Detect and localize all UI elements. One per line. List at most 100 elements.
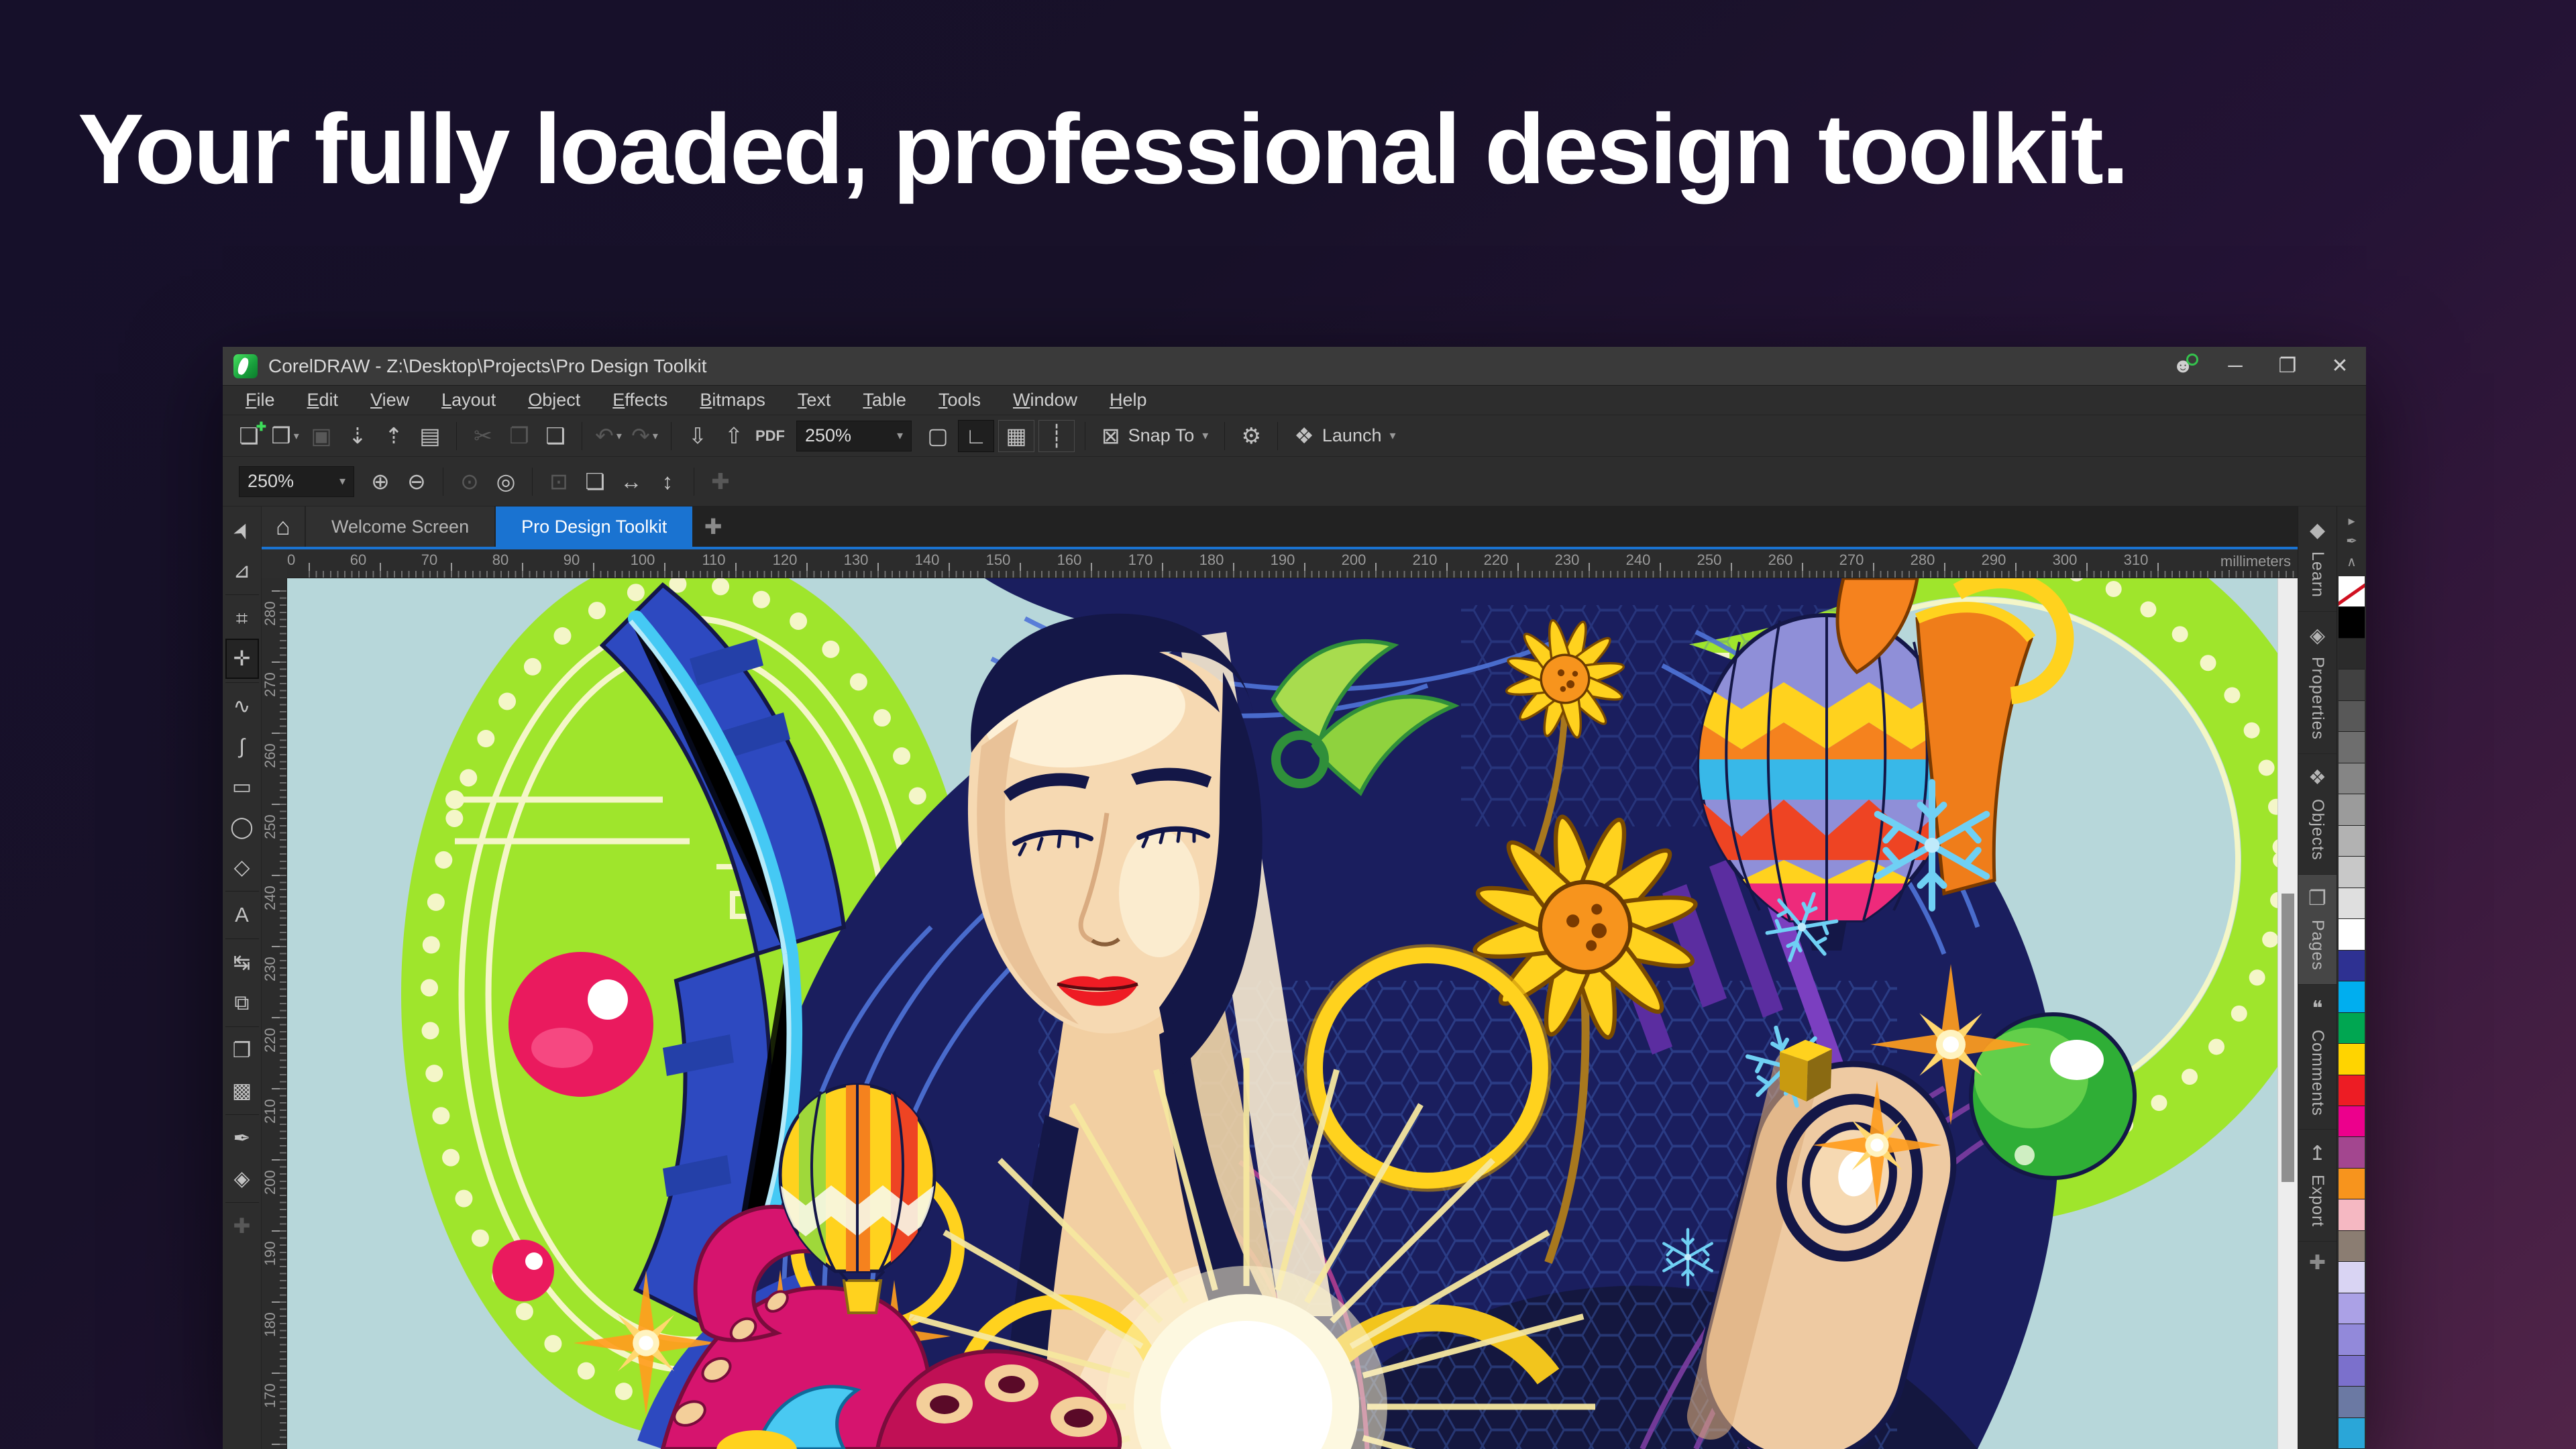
- color-swatch[interactable]: [2339, 1293, 2365, 1324]
- color-swatch[interactable]: [2339, 1199, 2365, 1230]
- zoom-in-button[interactable]: ⊕: [362, 466, 398, 498]
- save-button[interactable]: ▣: [303, 420, 339, 452]
- cloud-download-button[interactable]: ⇣: [339, 420, 376, 452]
- snap-to-button[interactable]: ⊠ Snap To ▾: [1093, 420, 1216, 452]
- color-swatch[interactable]: [2339, 1387, 2365, 1417]
- color-swatch[interactable]: [2339, 1169, 2365, 1199]
- zoom-to-page-fit-button[interactable]: ❏: [577, 466, 613, 498]
- zoom-to-height-button[interactable]: ↕: [649, 466, 686, 498]
- options-button[interactable]: ⚙: [1233, 420, 1269, 452]
- cut-button[interactable]: ✂: [465, 420, 501, 452]
- pick-tool[interactable]: ➤: [225, 511, 259, 551]
- docker-tab-export[interactable]: ↥Export: [2298, 1130, 2337, 1241]
- zoom-to-width-button[interactable]: ↔: [613, 466, 649, 498]
- menu-item[interactable]: Bitmaps: [684, 386, 782, 415]
- pan-tool[interactable]: ✛: [225, 639, 259, 679]
- export-button[interactable]: ⇧: [716, 420, 752, 452]
- docker-tab-learn[interactable]: ◆Learn: [2298, 506, 2337, 612]
- show-grid-button[interactable]: ▦: [998, 420, 1034, 452]
- menu-item[interactable]: Object: [512, 386, 596, 415]
- color-swatch[interactable]: [2339, 1075, 2365, 1106]
- palette-eyedropper-button[interactable]: ✒: [2346, 533, 2357, 549]
- drop-shadow-tool[interactable]: ❐: [225, 1026, 259, 1071]
- document-tab[interactable]: Welcome Screen: [306, 506, 494, 547]
- palette-scroll-up-button[interactable]: ∧: [2347, 553, 2357, 570]
- zoom-to-selection-button[interactable]: ⊙: [451, 466, 488, 498]
- color-swatch[interactable]: [2339, 732, 2365, 763]
- zoom-levels-dropdown[interactable]: 250% ▾: [239, 466, 354, 497]
- artistic-media-tool[interactable]: ∫: [225, 727, 259, 767]
- color-swatch[interactable]: [2339, 1106, 2365, 1137]
- color-swatch[interactable]: [2339, 1262, 2365, 1293]
- cloud-upload-button[interactable]: ⇡: [376, 420, 412, 452]
- interactive-fill-tool[interactable]: ◈: [225, 1159, 259, 1199]
- menu-item[interactable]: Window: [997, 386, 1093, 415]
- color-swatch[interactable]: [2339, 576, 2365, 607]
- color-eyedropper-tool[interactable]: ✒: [225, 1114, 259, 1159]
- copy-button[interactable]: ❐: [501, 420, 537, 452]
- color-swatch[interactable]: [2339, 888, 2365, 919]
- transparency-tool[interactable]: ▩: [225, 1071, 259, 1111]
- full-page-preview-button[interactable]: ▢: [920, 420, 956, 452]
- restore-button[interactable]: ❐: [2261, 347, 2314, 385]
- document-tab[interactable]: Pro Design Toolkit: [496, 506, 692, 547]
- docker-tab-comments[interactable]: ❝Comments: [2298, 985, 2337, 1130]
- new-document-button[interactable]: ❏✚: [231, 420, 267, 452]
- scrollbar-thumb[interactable]: [2282, 894, 2294, 1182]
- open-button[interactable]: ❒▾: [267, 420, 303, 452]
- publish-pdf-button[interactable]: PDF: [752, 420, 788, 452]
- minimize-button[interactable]: ─: [2209, 347, 2261, 385]
- color-swatch[interactable]: [2339, 1044, 2365, 1075]
- zoom-to-page-button[interactable]: ⊡: [541, 466, 577, 498]
- show-rulers-button[interactable]: ∟: [958, 420, 994, 452]
- canvas-vertical-scrollbar[interactable]: [2277, 578, 2298, 1449]
- color-swatch[interactable]: [2339, 1418, 2365, 1449]
- docker-tab-properties[interactable]: ◈Properties: [2298, 612, 2337, 754]
- color-swatch[interactable]: [2339, 794, 2365, 825]
- zoom-to-all-objects-button[interactable]: ◎: [488, 466, 524, 498]
- drawing-canvas[interactable]: [287, 578, 2277, 1449]
- color-swatch[interactable]: [2339, 1356, 2365, 1387]
- welcome-home-tab[interactable]: ⌂: [262, 506, 305, 547]
- new-tab-button[interactable]: ✚: [694, 506, 733, 547]
- color-swatch[interactable]: [2339, 1137, 2365, 1168]
- zoom-out-button[interactable]: ⊖: [398, 466, 435, 498]
- add-toolbar-item-button[interactable]: ✚: [702, 466, 739, 498]
- import-button[interactable]: ⇩: [680, 420, 716, 452]
- crop-tool[interactable]: ⌗: [225, 594, 259, 639]
- docker-tab-objects[interactable]: ❖Objects: [2298, 754, 2337, 875]
- color-swatch[interactable]: [2339, 1324, 2365, 1355]
- menu-item[interactable]: Text: [782, 386, 847, 415]
- color-swatch[interactable]: [2339, 919, 2365, 950]
- ellipse-tool[interactable]: ◯: [225, 807, 259, 847]
- close-button[interactable]: ✕: [2314, 347, 2366, 385]
- redo-button[interactable]: ↷▾: [627, 420, 663, 452]
- rectangle-tool[interactable]: ▭: [225, 767, 259, 807]
- undo-button[interactable]: ↶▾: [590, 420, 627, 452]
- polygon-tool[interactable]: ◇: [225, 847, 259, 888]
- connector-tool[interactable]: ⧉: [225, 983, 259, 1023]
- menu-item[interactable]: File: [229, 386, 291, 415]
- dimension-tool[interactable]: ↹: [225, 938, 259, 983]
- zoom-level-dropdown[interactable]: 250% ▾: [796, 421, 912, 451]
- launch-button[interactable]: ❖ Launch ▾: [1286, 420, 1403, 452]
- menu-item[interactable]: Layout: [425, 386, 512, 415]
- menu-item[interactable]: Tools: [922, 386, 997, 415]
- add-tool-button[interactable]: ✚: [225, 1202, 259, 1246]
- add-docker-button[interactable]: ✚: [2309, 1251, 2326, 1275]
- print-button[interactable]: ▤: [412, 420, 448, 452]
- color-swatch[interactable]: [2339, 857, 2365, 888]
- color-swatch[interactable]: [2339, 981, 2365, 1012]
- color-swatch[interactable]: [2339, 826, 2365, 857]
- text-tool[interactable]: A: [225, 891, 259, 935]
- freehand-tool[interactable]: ∿: [225, 682, 259, 727]
- menu-item[interactable]: Edit: [291, 386, 355, 415]
- show-guidelines-button[interactable]: ┊: [1038, 420, 1075, 452]
- menu-item[interactable]: View: [354, 386, 425, 415]
- color-swatch[interactable]: [2339, 763, 2365, 794]
- palette-flyout-button[interactable]: ▸: [2348, 513, 2355, 529]
- paste-button[interactable]: ❑: [537, 420, 574, 452]
- menu-item[interactable]: Help: [1093, 386, 1163, 415]
- menu-item[interactable]: Table: [847, 386, 922, 415]
- color-swatch[interactable]: [2339, 1013, 2365, 1044]
